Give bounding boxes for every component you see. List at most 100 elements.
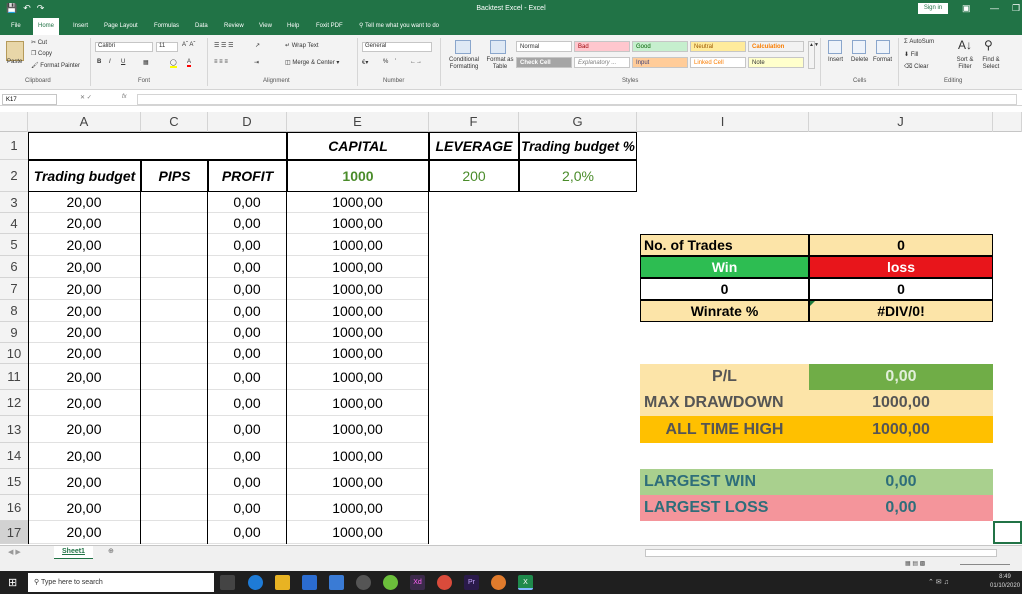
budget-cell[interactable]: 20,00 [28,469,141,495]
borders-icon[interactable]: ▦ [143,59,149,66]
system-tray-icon[interactable]: ⌃ ✉ ♫ [928,578,949,586]
tab-home[interactable]: Home [33,18,60,35]
pips-cell[interactable] [141,300,208,322]
format-cells-icon[interactable] [876,40,890,54]
add-sheet-icon[interactable]: ⊕ [108,547,114,555]
loss-count[interactable]: 0 [809,278,993,300]
profit-cell[interactable]: 0,00 [208,390,287,416]
profit-cell[interactable]: 0,00 [208,234,287,256]
column-header-i[interactable]: I [637,112,809,132]
decimal-icon[interactable]: ←→ [410,59,422,65]
mail-icon[interactable] [329,575,344,590]
budget-cell[interactable]: 20,00 [28,416,141,443]
tab-help[interactable]: Help [282,18,304,35]
font-color-icon[interactable]: A [187,59,192,67]
formula-input[interactable] [137,94,1017,105]
capital-header[interactable]: CAPITAL [287,132,429,160]
budget-pct-header[interactable]: Trading budget % [519,132,637,160]
edge-icon[interactable] [248,575,263,590]
store-icon[interactable] [302,575,317,590]
delete-cells-icon[interactable] [852,40,866,54]
leverage-header[interactable]: LEVERAGE [429,132,519,160]
grow-font-icon[interactable]: Aˆ Aˇ [182,42,195,48]
profit-cell[interactable]: 0,00 [208,322,287,343]
excel-taskbar-icon[interactable]: X [518,575,533,590]
pips-cell[interactable] [141,213,208,234]
pips-cell[interactable] [141,443,208,469]
sheet-nav-icon[interactable]: ◀ ▶ [8,548,21,556]
sort-filter-icon[interactable]: A↓ [958,38,972,52]
budget-cell[interactable]: 20,00 [28,300,141,322]
taskbar-search[interactable]: ⚲ Type here to search [28,573,214,592]
budget-cell[interactable]: 20,00 [28,278,141,300]
column-header-f[interactable]: F [429,112,519,132]
pl-value[interactable]: 0,00 [809,364,993,390]
wrap-text-button[interactable]: ↵ Wrap Text [285,42,319,49]
insert-button[interactable]: Insert [828,57,843,63]
style-note[interactable]: Note [748,57,804,68]
budget-cell[interactable]: 20,00 [28,343,141,364]
find-select-button[interactable]: Find & Select [979,57,1003,71]
indent-icon[interactable]: ⇥ [254,59,259,66]
conditional-formatting-icon[interactable] [455,40,471,54]
pips-cell[interactable] [141,521,208,544]
font-size-select[interactable]: 11 [156,42,178,52]
clear-button[interactable]: ⌫ Clear [904,63,929,70]
view-normal-icon[interactable]: ▦ ▤ ▩ [905,560,925,567]
autosum-button[interactable]: Σ AutoSum [904,39,934,45]
insert-function-icon[interactable]: fx [122,94,127,100]
max-drawdown-value[interactable]: 1000,00 [809,390,993,416]
profit-cell[interactable]: 0,00 [208,364,287,390]
file-explorer-icon[interactable] [275,575,290,590]
pl-label[interactable]: P/L [640,364,809,390]
number-format-select[interactable]: General [362,42,432,52]
row-header[interactable]: 10 [0,343,28,364]
pips-cell[interactable] [141,278,208,300]
paste-icon[interactable] [6,41,24,61]
column-header-j[interactable]: J [809,112,993,132]
budget-cell[interactable]: 20,00 [28,213,141,234]
profit-cell[interactable]: 0,00 [208,495,287,521]
italic-button[interactable]: I [109,59,111,65]
adobe-xd-icon[interactable]: Xd [410,575,425,590]
style-calculation[interactable]: Calculation [748,41,804,52]
row-header-selected[interactable]: 17 [0,521,28,544]
align-top-icon[interactable]: ☰ ☰ ☰ [214,42,233,49]
windows-start-icon[interactable]: ⊞ [8,576,17,589]
style-check-cell[interactable]: Check Cell [516,57,572,68]
budget-cell[interactable]: 20,00 [28,390,141,416]
format-painter-button[interactable]: 🖌 Format Painter [31,62,80,69]
capital-cell[interactable]: 1000,00 [287,343,429,364]
budget-cell[interactable]: 20,00 [28,364,141,390]
underline-button[interactable]: U [121,59,125,65]
align-left-icon[interactable]: ≡ ≡ ≡ [214,59,228,65]
fill-color-icon[interactable]: ◯ [170,59,177,68]
profit-cell[interactable]: 0,00 [208,256,287,278]
profit-cell[interactable]: 0,00 [208,521,287,544]
restore-icon[interactable]: ❐ [1012,3,1020,14]
pips-cell[interactable] [141,390,208,416]
format-as-table-icon[interactable] [490,40,506,54]
tab-formulas[interactable]: Formulas [149,18,184,35]
pips-cell[interactable] [141,192,208,213]
no-trades-value[interactable]: 0 [809,234,993,256]
row-header[interactable]: 13 [0,416,28,443]
name-box[interactable]: K17 [2,94,57,105]
capital-cell[interactable]: 1000,00 [287,443,429,469]
column-header-d[interactable]: D [208,112,287,132]
tell-me-search[interactable]: ⚲ Tell me what you want to do [359,18,439,35]
capital-cell[interactable]: 1000,00 [287,322,429,343]
media-icon[interactable] [356,575,371,590]
orientation-icon[interactable]: ↗ [255,42,260,49]
pips-cell[interactable] [141,343,208,364]
chrome-icon[interactable] [437,575,452,590]
ribbon-display-icon[interactable]: ▣ [962,3,971,14]
budget-pct-input[interactable]: 2,0% [519,160,637,192]
comma-icon[interactable]: ʼ [395,59,396,65]
profit-cell[interactable]: 0,00 [208,300,287,322]
style-linked-cell[interactable]: Linked Cell [690,57,746,68]
budget-cell[interactable]: 20,00 [28,256,141,278]
budget-cell[interactable]: 20,00 [28,495,141,521]
row-header[interactable]: 15 [0,469,28,495]
profit-cell[interactable]: 0,00 [208,469,287,495]
